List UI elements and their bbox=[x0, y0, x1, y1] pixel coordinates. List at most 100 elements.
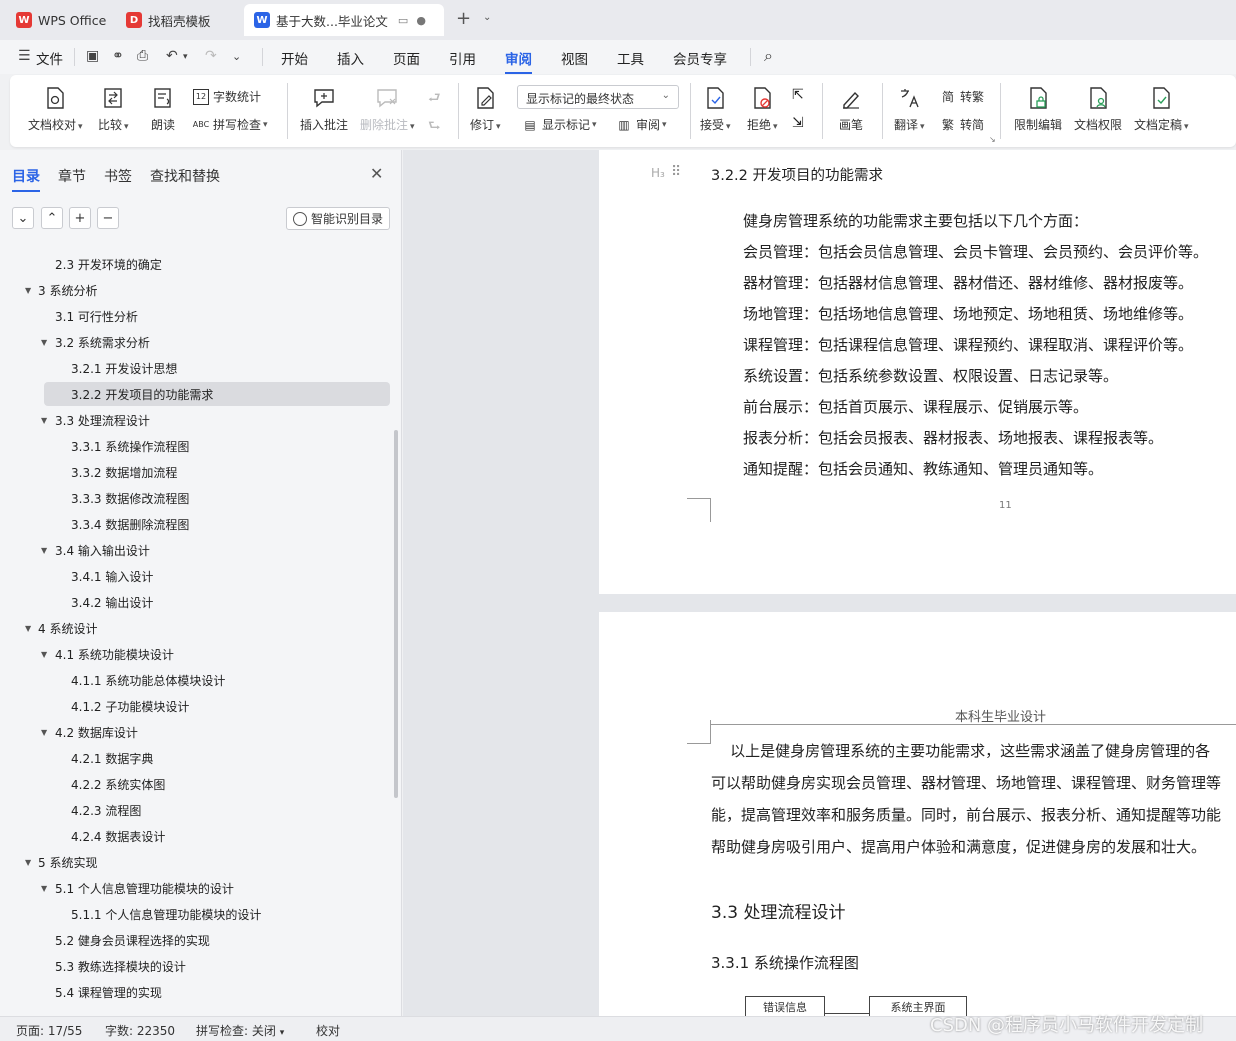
toc-item[interactable]: 5.3 教练选择模块的设计 bbox=[0, 954, 392, 978]
toc-item[interactable]: 3.1 可行性分析 bbox=[0, 304, 392, 328]
insert-comment-button[interactable]: 插入批注 bbox=[300, 85, 348, 133]
redo-icon[interactable]: ↷ bbox=[205, 48, 217, 64]
toc-item[interactable]: ▼ 3.2 系统需求分析 bbox=[0, 330, 392, 354]
quick-access-chevron-icon[interactable]: ⌄ bbox=[232, 50, 241, 63]
menu-tools[interactable]: 工具 bbox=[617, 48, 644, 68]
toc-collapse-arrow-icon[interactable]: ▼ bbox=[25, 286, 31, 295]
toc-item[interactable]: ▼ 4 系统设计 bbox=[0, 616, 392, 640]
menu-view[interactable]: 视图 bbox=[561, 48, 588, 68]
toc-item[interactable]: 4.2.2 系统实体图 bbox=[0, 772, 392, 796]
proofread-status[interactable]: 校对 bbox=[316, 1022, 340, 1039]
print-preview-icon[interactable]: ⎙ bbox=[137, 48, 148, 64]
menu-review[interactable]: 审阅 bbox=[505, 48, 532, 74]
new-tab-plus-icon[interactable]: + bbox=[456, 8, 471, 29]
smart-toc-button[interactable]: 智能识别目录 bbox=[286, 207, 390, 230]
toc-item[interactable]: 4.2.3 流程图 bbox=[0, 798, 392, 822]
toc-collapse-arrow-icon[interactable]: ▼ bbox=[41, 884, 47, 893]
panel-tab-chapters[interactable]: 章节 bbox=[58, 166, 86, 186]
save-icon[interactable]: ▣ bbox=[86, 48, 99, 64]
toc-collapse-arrow-icon[interactable]: ▼ bbox=[41, 728, 47, 737]
toc-item[interactable]: 5.4 课程管理的实现 bbox=[0, 980, 392, 1004]
undo-chevron-icon[interactable]: ▾ bbox=[183, 52, 188, 62]
reject-button[interactable]: 拒绝 ▾ bbox=[747, 85, 778, 133]
toc-collapse-arrow-icon[interactable]: ▼ bbox=[41, 650, 47, 659]
previous-comment-icon[interactable]: ⮐ bbox=[428, 87, 441, 111]
hamburger-menu-icon[interactable]: ☰ bbox=[18, 48, 31, 64]
collapse-up-button[interactable]: ⌃ bbox=[41, 207, 63, 229]
toc-collapse-arrow-icon[interactable]: ▼ bbox=[41, 416, 47, 425]
toc-item[interactable]: 3.3.3 数据修改流程图 bbox=[0, 486, 392, 510]
toc-item[interactable]: ▼ 3.4 输入输出设计 bbox=[0, 538, 392, 562]
read-aloud-button[interactable]: 朗读 bbox=[150, 85, 176, 133]
toc-scrollbar[interactable] bbox=[394, 430, 398, 798]
toc-item[interactable]: 2.3 开发环境的确定 bbox=[0, 252, 392, 276]
toc-item[interactable]: 5.1.1 个人信息管理功能模块的设计 bbox=[0, 902, 392, 926]
toc-item[interactable]: 4.1.2 子功能模块设计 bbox=[0, 694, 392, 718]
close-panel-icon[interactable]: ✕ bbox=[370, 164, 383, 183]
toc-item[interactable]: 3.4.2 输出设计 bbox=[0, 590, 392, 614]
menu-file[interactable]: 文件 bbox=[36, 48, 63, 68]
doc-permission-button[interactable]: 文档权限 bbox=[1074, 85, 1122, 133]
tab-docer-templates[interactable]: D 找稻壳模板 bbox=[116, 4, 221, 36]
track-changes-button[interactable]: 修订 ▾ bbox=[470, 85, 501, 133]
toc-item[interactable]: ▼ 4.1 系统功能模块设计 bbox=[0, 642, 392, 666]
next-comment-icon[interactable]: ⮑ bbox=[428, 115, 441, 139]
pen-button[interactable]: 画笔 bbox=[838, 85, 864, 133]
panel-tab-find-replace[interactable]: 查找和替换 bbox=[150, 166, 220, 186]
toc-collapse-arrow-icon[interactable]: ▼ bbox=[41, 338, 47, 347]
expand-down-button[interactable]: ⌄ bbox=[12, 207, 34, 229]
toc-item[interactable]: 3.2.2 开发项目的功能需求 bbox=[44, 382, 390, 406]
toc-collapse-arrow-icon[interactable]: ▼ bbox=[25, 858, 31, 867]
doc-finalize-button[interactable]: 文档定稿 ▾ bbox=[1134, 85, 1189, 133]
drag-handle-icon[interactable]: ⠿ bbox=[671, 164, 681, 180]
toc-item[interactable]: 3.3.1 系统操作流程图 bbox=[0, 434, 392, 458]
restrict-edit-button[interactable]: 限制编辑 bbox=[1014, 85, 1062, 133]
panel-tab-toc[interactable]: 目录 bbox=[12, 166, 40, 192]
new-tab-chevron-icon[interactable]: ⌄ bbox=[483, 12, 491, 23]
toc-item[interactable]: 3.2.1 开发设计思想 bbox=[0, 356, 392, 380]
tab-monitor-icon[interactable]: ▭ bbox=[398, 14, 408, 27]
menu-insert[interactable]: 插入 bbox=[337, 48, 364, 68]
to-traditional-button[interactable]: 简 转繁 bbox=[940, 88, 984, 105]
ribbon-expand-icon[interactable]: ↘ bbox=[989, 135, 996, 144]
delete-comment-button[interactable]: 删除批注 ▾ bbox=[360, 85, 415, 133]
toc-item[interactable]: 4.2.4 数据表设计 bbox=[0, 824, 392, 848]
menu-member[interactable]: 会员专享 bbox=[673, 48, 727, 68]
to-simplified-button[interactable]: 繁 转简 bbox=[940, 116, 984, 133]
tab-document[interactable]: W 基于大数...毕业论文 ▭ ● bbox=[244, 4, 444, 36]
toc-item[interactable]: 4.2.1 数据字典 bbox=[0, 746, 392, 770]
next-change-icon[interactable]: ⇲ bbox=[792, 115, 804, 131]
toc-collapse-arrow-icon[interactable]: ▼ bbox=[25, 624, 31, 633]
previous-change-icon[interactable]: ⇱ bbox=[792, 87, 804, 103]
toc-item[interactable]: ▼ 5 系统实现 bbox=[0, 850, 392, 874]
toc-collapse-arrow-icon[interactable]: ▼ bbox=[41, 546, 47, 555]
review-pane-button[interactable]: ▥ 审阅 ▾ bbox=[616, 116, 666, 133]
compare-button[interactable]: 比较 ▾ bbox=[98, 85, 129, 133]
toc-item[interactable]: 4.1.1 系统功能总体模块设计 bbox=[0, 668, 392, 692]
toc-item[interactable]: 5.2 健身会员课程选择的实现 bbox=[0, 928, 392, 952]
translate-button[interactable]: 翻译 ▾ bbox=[894, 85, 925, 133]
spell-check-button[interactable]: ABC 拼写检查 ▾ bbox=[193, 116, 268, 133]
toc-item[interactable]: ▼ 5.1 个人信息管理功能模块的设计 bbox=[0, 876, 392, 900]
spell-check-status[interactable]: 拼写检查: 关闭 ▾ bbox=[196, 1022, 284, 1039]
undo-icon[interactable]: ↶ bbox=[166, 48, 178, 64]
page-indicator[interactable]: 页面: 17/55 bbox=[16, 1022, 82, 1039]
panel-tab-bookmarks[interactable]: 书签 bbox=[104, 166, 132, 186]
toc-item[interactable]: 3.3.4 数据删除流程图 bbox=[0, 512, 392, 536]
doc-check-button[interactable]: 文档校对 ▾ bbox=[28, 85, 83, 133]
word-count-button[interactable]: 12 字数统计 bbox=[193, 88, 261, 105]
accept-button[interactable]: 接受 ▾ bbox=[700, 85, 731, 133]
tab-wps-office[interactable]: W WPS Office bbox=[6, 4, 116, 36]
menu-home[interactable]: 开始 bbox=[281, 48, 308, 68]
remove-heading-button[interactable]: − bbox=[97, 207, 119, 229]
toc-item[interactable]: ▼ 3.3 处理流程设计 bbox=[0, 408, 392, 432]
share-icon[interactable]: ⚭ bbox=[112, 48, 124, 64]
add-heading-button[interactable]: + bbox=[69, 207, 91, 229]
toc-item[interactable]: ▼ 3 系统分析 bbox=[0, 278, 392, 302]
toc-item[interactable]: 3.3.2 数据增加流程 bbox=[0, 460, 392, 484]
word-count-indicator[interactable]: 字数: 22350 bbox=[105, 1022, 175, 1039]
markup-mode-select[interactable]: 显示标记的最终状态 ⌄ bbox=[517, 85, 679, 109]
toc-item[interactable]: 3.4.1 输入设计 bbox=[0, 564, 392, 588]
menu-page[interactable]: 页面 bbox=[393, 48, 420, 68]
show-markup-button[interactable]: ▤ 显示标记 ▾ bbox=[522, 116, 596, 133]
